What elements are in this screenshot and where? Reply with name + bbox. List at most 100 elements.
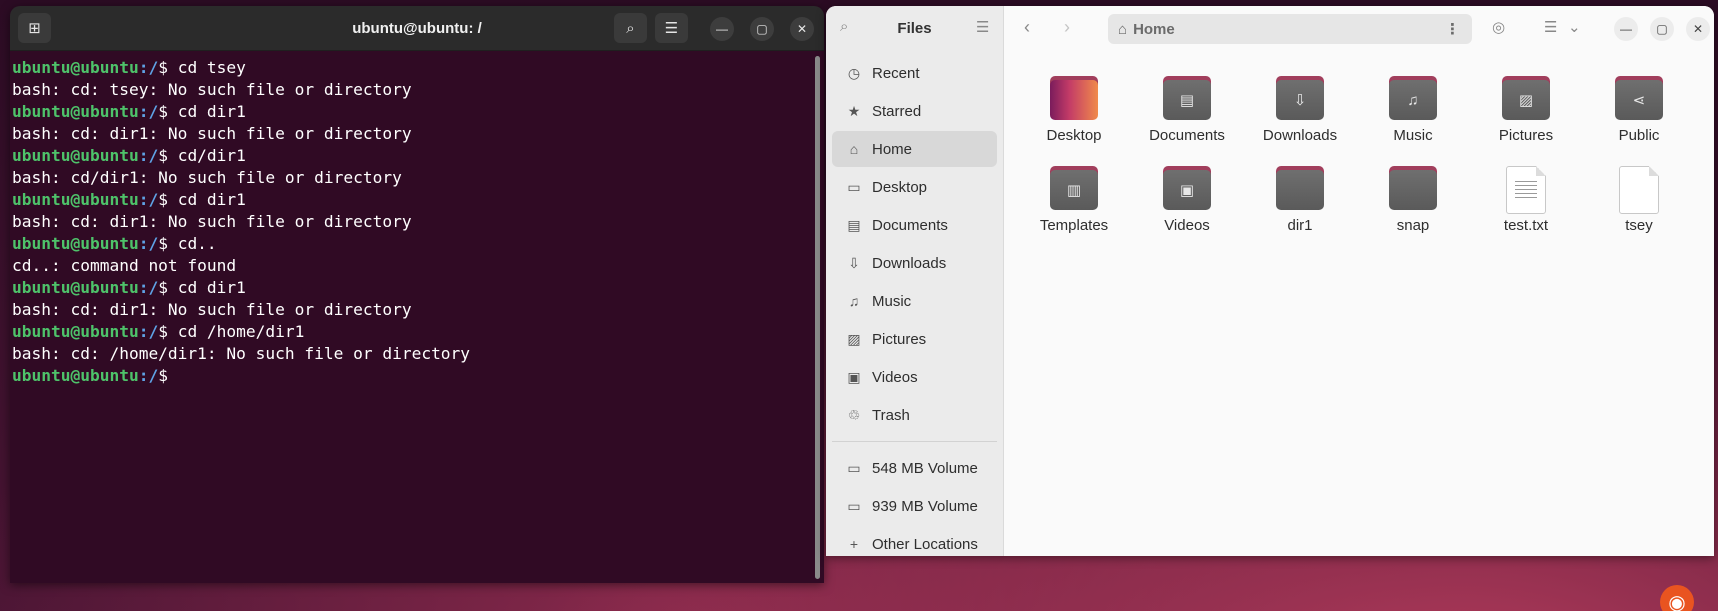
file-item-snap[interactable]: snap: [1363, 166, 1463, 234]
sidebar-item-volume[interactable]: ▭ 548 MB Volume: [832, 450, 997, 486]
file-item-videos[interactable]: ▣ Videos: [1137, 166, 1237, 234]
drive-icon: ▭: [847, 497, 861, 514]
terminal-output-line: bash: cd: dir1: No such file or director…: [12, 300, 412, 319]
folder-icon: [1050, 76, 1098, 120]
prompt-path: :/: [138, 322, 159, 341]
chevron-down-icon[interactable]: ⌄: [1568, 18, 1581, 36]
new-tab-icon[interactable]: ⊞: [18, 13, 51, 43]
sidebar-menu-icon[interactable]: ☰: [976, 18, 989, 36]
terminal-output-line: cd..: command not found: [12, 256, 237, 275]
minimize-icon[interactable]: —: [710, 17, 734, 41]
maximize-icon[interactable]: ▢: [1650, 17, 1674, 41]
prompt-path: :/: [138, 234, 159, 253]
folder-icon: [1276, 166, 1324, 210]
terminal-output-line: bash: cd: dir1: No such file or director…: [12, 212, 412, 231]
sidebar-item-label: Documents: [872, 216, 948, 234]
file-item-label: Downloads: [1262, 127, 1338, 144]
file-item-label: Music: [1393, 127, 1433, 144]
sidebar-item-label: Desktop: [872, 178, 928, 196]
sidebar-item-desktop[interactable]: ▭ Desktop: [832, 169, 997, 205]
terminal-output-line: bash: cd: /home/dir1: No such file or di…: [12, 344, 471, 363]
file-item-pictures[interactable]: ▨ Pictures: [1476, 76, 1576, 144]
plus-icon: +: [849, 536, 859, 552]
file-item-label: test.txt: [1503, 217, 1549, 234]
ubuntu-logo-icon[interactable]: ◉: [1660, 585, 1694, 611]
sidebar-item-volume[interactable]: ▭ 939 MB Volume: [832, 488, 997, 524]
file-item-desktop[interactable]: Desktop: [1024, 76, 1124, 144]
prompt-path: :/: [138, 102, 159, 121]
sidebar-item-trash[interactable]: ♲ Trash: [832, 397, 997, 433]
home-icon: ⌂: [849, 141, 859, 157]
terminal-output[interactable]: ubuntu@ubuntu:/$ cd tsey bash: cd: tsey: …: [10, 51, 824, 387]
sidebar-item-label: 939 MB Volume: [872, 497, 978, 515]
sidebar-item-music[interactable]: ♫ Music: [832, 283, 997, 319]
terminal-command-line: ubuntu@ubuntu:/$: [12, 365, 822, 387]
list-view-icon[interactable]: ☰: [1544, 18, 1557, 36]
file-item-music[interactable]: ♫ Music: [1363, 76, 1463, 144]
file-item-documents[interactable]: ▤ Documents: [1137, 76, 1237, 144]
terminal-command-line: ubuntu@ubuntu:/$ cd dir1: [12, 277, 822, 299]
command-text: $ cd/dir1: [158, 146, 246, 165]
terminal-scrollbar[interactable]: [815, 56, 820, 579]
trash-icon: ♲: [847, 406, 861, 423]
file-item-public[interactable]: ⋖ Public: [1589, 76, 1689, 144]
sidebar-item-other-locations[interactable]: + Other Locations: [832, 526, 997, 556]
search-icon[interactable]: ⌕: [614, 13, 647, 43]
sidebar-item-starred[interactable]: ★ Starred: [832, 93, 997, 129]
terminal-window[interactable]: ⊞ ubuntu@ubuntu: / ⌕ ☰ — ▢ ✕ ubuntu@ubun…: [10, 6, 824, 583]
maximize-icon[interactable]: ▢: [750, 17, 774, 41]
music-icon: ♫: [848, 293, 860, 309]
sidebar-item-label: Trash: [872, 406, 910, 424]
minimize-icon[interactable]: —: [1614, 17, 1638, 41]
prompt-path: :/: [138, 190, 159, 209]
path-location: Home: [1133, 20, 1175, 38]
back-icon[interactable]: ‹: [1024, 17, 1030, 38]
folder-icon: ♫: [1389, 76, 1437, 120]
prompt-path: :/: [138, 58, 159, 77]
file-item-downloads[interactable]: ⇩ Downloads: [1250, 76, 1350, 144]
terminal-command-line: ubuntu@ubuntu:/$ cd..: [12, 233, 822, 255]
command-text: $ cd /home/dir1: [158, 322, 305, 341]
file-item-label: Desktop: [1046, 127, 1102, 144]
command-text: $ cd dir1: [158, 278, 246, 297]
camera-icon[interactable]: ◎: [1492, 18, 1505, 36]
prompt-user: ubuntu@ubuntu: [12, 190, 139, 209]
menu-icon[interactable]: ☰: [655, 13, 688, 43]
command-text: $: [158, 366, 178, 385]
close-icon[interactable]: ✕: [1686, 17, 1710, 41]
folder-icon: ▥: [1050, 166, 1098, 210]
folder-icon: ▣: [1163, 166, 1211, 210]
sidebar-item-recent[interactable]: ◷ Recent: [832, 55, 997, 91]
file-icon: [1619, 166, 1659, 214]
files-window[interactable]: ⌕ Files ☰ ◷ Recent ★ Starred ⌂ Home ▭ Desktop ▤ D…: [826, 6, 1714, 556]
terminal-command-line: ubuntu@ubuntu:/$ cd dir1: [12, 101, 822, 123]
folder-icon: ▤: [1163, 76, 1211, 120]
prompt-path: :/: [138, 278, 159, 297]
folder-icon: ⋖: [1615, 76, 1663, 120]
file-item-templates[interactable]: ▥ Templates: [1024, 166, 1124, 234]
file-item-test-txt[interactable]: test.txt: [1476, 166, 1576, 234]
files-header-bar: ‹ › ⌂ Home ⋮ ◎ ☰ ⌄ — ▢ ✕: [1004, 6, 1714, 51]
sidebar-item-documents[interactable]: ▤ Documents: [832, 207, 997, 243]
file-item-tsey[interactable]: tsey: [1589, 166, 1689, 234]
file-item-dir1[interactable]: dir1: [1250, 166, 1350, 234]
path-bar[interactable]: ⌂ Home ⋮: [1108, 14, 1472, 44]
sidebar-item-downloads[interactable]: ⇩ Downloads: [832, 245, 997, 281]
sidebar-item-label: Pictures: [872, 330, 927, 348]
sidebar-item-videos[interactable]: ▣ Videos: [832, 359, 997, 395]
folder-icon: ▨: [1502, 76, 1550, 120]
command-text: $ cd tsey: [158, 58, 246, 77]
sidebar-item-pictures[interactable]: ▨ Pictures: [832, 321, 997, 357]
close-icon[interactable]: ✕: [790, 17, 814, 41]
file-item-label: Documents: [1149, 127, 1225, 144]
terminal-title: ubuntu@ubuntu: /: [352, 19, 482, 37]
path-menu-icon[interactable]: ⋮: [1445, 20, 1460, 38]
prompt-path: :/: [138, 366, 159, 385]
files-sidebar: ⌕ Files ☰ ◷ Recent ★ Starred ⌂ Home ▭ Desktop ▤ D…: [826, 6, 1004, 556]
sidebar-item-label: Downloads: [872, 254, 947, 272]
terminal-output-line: bash: cd/dir1: No such file or directory: [12, 168, 402, 187]
sidebar-item-home[interactable]: ⌂ Home: [832, 131, 997, 167]
forward-icon[interactable]: ›: [1064, 17, 1070, 38]
command-text: $ cd..: [158, 234, 217, 253]
prompt-user: ubuntu@ubuntu: [12, 366, 139, 385]
